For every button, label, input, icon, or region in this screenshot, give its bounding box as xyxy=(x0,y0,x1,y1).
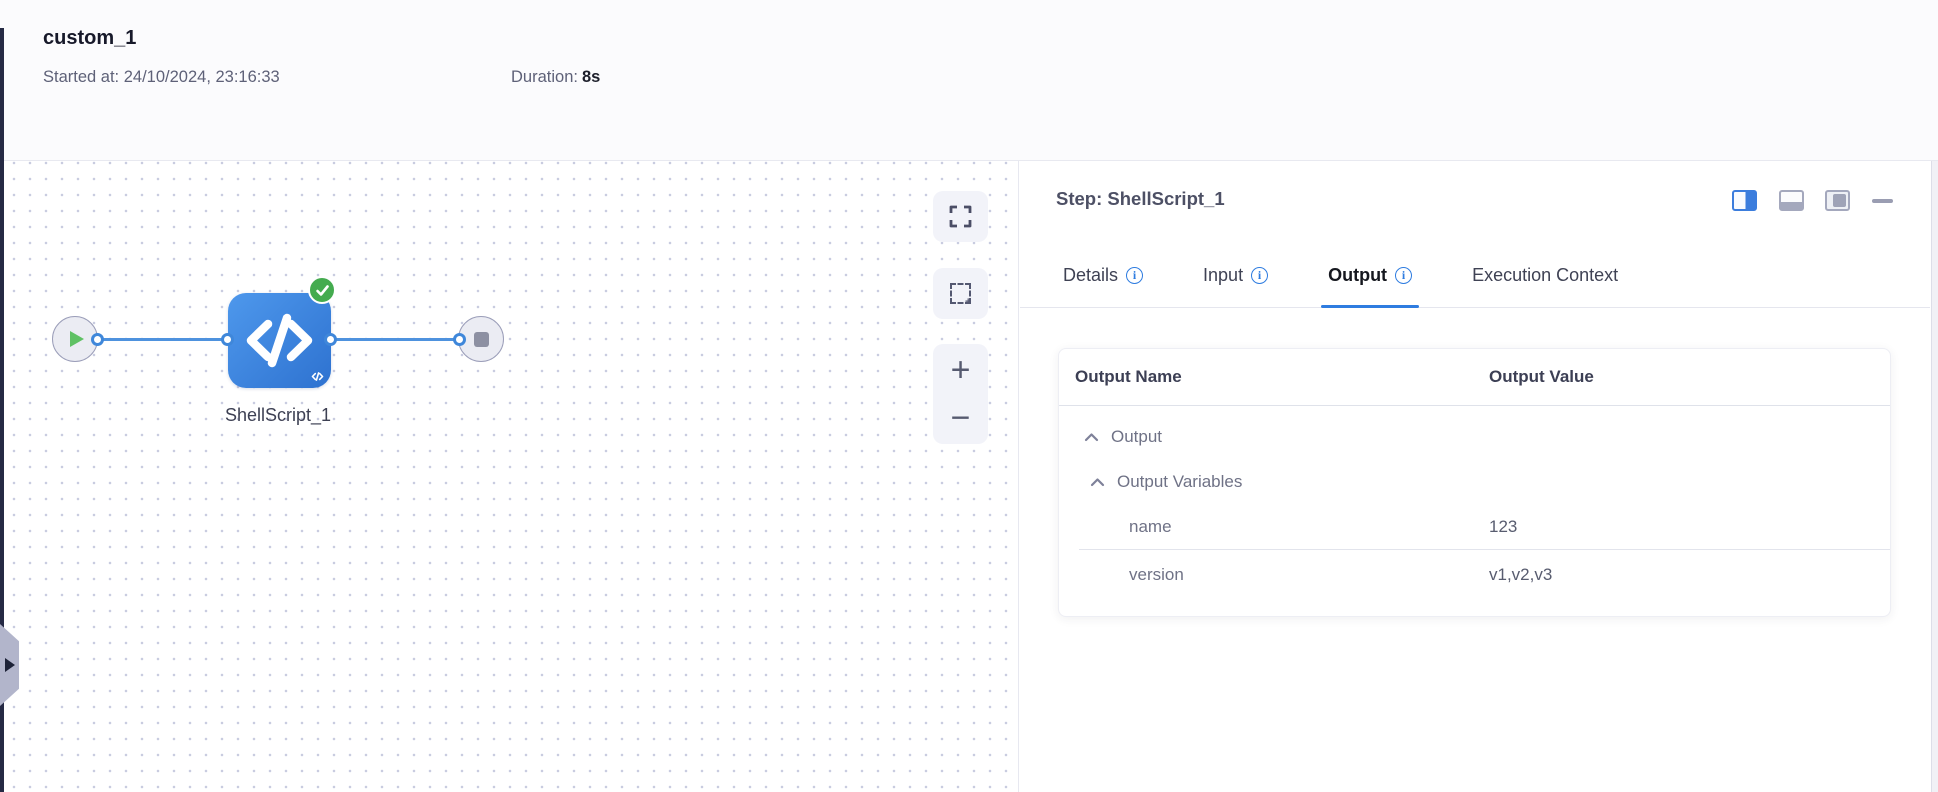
check-circle-icon xyxy=(308,276,336,304)
zoom-control[interactable]: + − xyxy=(933,344,988,444)
duration-value: 8s xyxy=(581,68,601,86)
page-title: custom_1 xyxy=(43,27,137,49)
workflow-canvas[interactable]: ShellScript_1 + + − xyxy=(0,161,1019,792)
stop-icon xyxy=(473,331,489,347)
edge-step-to-end xyxy=(331,338,460,341)
started-at-label: Started at: xyxy=(43,68,120,86)
tab-output-label: Output xyxy=(1328,265,1388,285)
tab-details[interactable]: Details i xyxy=(1056,265,1150,307)
column-output-name: Output Name xyxy=(1075,367,1182,386)
row-value: 123 xyxy=(1489,516,1518,536)
info-icon[interactable]: i xyxy=(1251,267,1269,284)
zoom-out-icon[interactable]: − xyxy=(951,400,971,436)
tab-input-label: Input xyxy=(1203,265,1244,285)
panel-title: Step: ShellScript_1 xyxy=(1056,188,1225,209)
code-mini-icon xyxy=(310,370,325,383)
duration-label: Duration: xyxy=(511,68,578,86)
column-output-value: Output Value xyxy=(1489,367,1594,386)
expand-panel-arrow-icon xyxy=(5,658,15,672)
fullscreen-button[interactable] xyxy=(933,191,988,242)
port-start-out xyxy=(91,333,104,346)
row-label: version xyxy=(1129,565,1184,584)
table-row-output-group[interactable]: Output xyxy=(1059,414,1890,459)
output-table-header: Output Name Output Value xyxy=(1059,349,1890,406)
pipeline-execution-view: custom_1 Started at: 24/10/2024, 23:16:3… xyxy=(0,0,1938,792)
minimize-icon[interactable] xyxy=(1872,199,1893,203)
edge-start-to-step xyxy=(97,338,228,341)
info-icon[interactable]: i xyxy=(1395,267,1413,284)
output-table-body: Output Output Variables name 123 version… xyxy=(1059,406,1890,600)
detail-tabs: Details i Input i Output i Execution Con… xyxy=(1020,265,1930,308)
table-row-version: version v1,v2,v3 xyxy=(1059,550,1890,600)
started-at-value: 24/10/2024, 23:16:33 xyxy=(123,68,280,86)
info-icon[interactable]: i xyxy=(1126,267,1144,284)
layout-right-filled-icon[interactable] xyxy=(1825,190,1850,211)
started-at-text: Started at: 24/10/2024, 23:16:33 xyxy=(43,68,280,87)
table-row-name: name 123 xyxy=(1059,504,1890,549)
chevron-up-icon[interactable] xyxy=(1090,477,1105,487)
row-label: Output Variables xyxy=(1117,471,1243,491)
row-label: name xyxy=(1129,516,1172,536)
tab-output[interactable]: Output i xyxy=(1321,265,1420,308)
shellscript-step-node[interactable] xyxy=(228,276,336,388)
step-node-label: ShellScript_1 xyxy=(224,405,332,425)
execution-header: custom_1 Started at: 24/10/2024, 23:16:3… xyxy=(0,0,1938,161)
duration-text: Duration: 8s xyxy=(511,68,600,87)
zoom-in-icon[interactable]: + xyxy=(951,352,971,388)
step-details-panel: Step: ShellScript_1 Details i Input i Ou… xyxy=(1020,161,1938,792)
play-icon xyxy=(70,331,84,347)
tab-details-label: Details xyxy=(1063,265,1119,285)
table-row-output-variables-group[interactable]: Output Variables xyxy=(1059,459,1890,504)
port-step-in xyxy=(221,333,234,346)
marquee-select-button[interactable]: + xyxy=(933,268,988,319)
row-label: Output xyxy=(1111,426,1163,446)
chevron-up-icon[interactable] xyxy=(1084,432,1099,442)
port-step-out xyxy=(324,333,337,346)
output-table-card: Output Name Output Value Output Output V… xyxy=(1058,348,1891,617)
layout-bottom-icon[interactable] xyxy=(1779,190,1804,211)
tab-input[interactable]: Input i xyxy=(1196,265,1275,307)
panel-scrollbar[interactable] xyxy=(1931,161,1938,792)
layout-split-right-icon[interactable] xyxy=(1732,190,1757,211)
fullscreen-icon xyxy=(949,205,972,228)
port-end-in xyxy=(453,333,466,346)
row-value: v1,v2,v3 xyxy=(1489,565,1553,584)
tab-execution-context[interactable]: Execution Context xyxy=(1465,265,1625,307)
tab-execution-context-label: Execution Context xyxy=(1472,265,1619,285)
marquee-select-icon: + xyxy=(950,283,971,308)
